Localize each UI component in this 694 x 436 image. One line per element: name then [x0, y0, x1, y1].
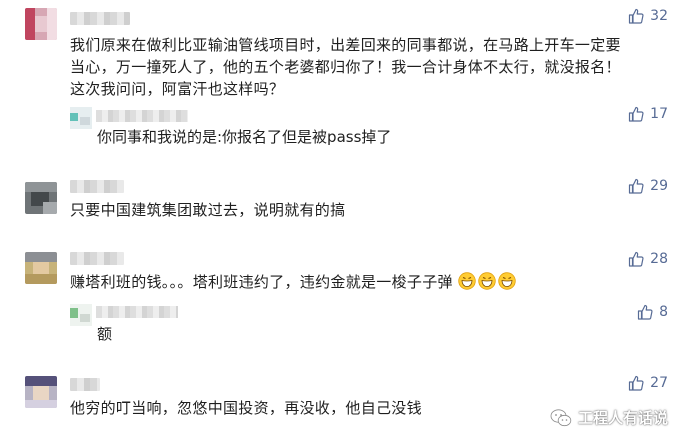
comment-text-line: 他穷的叮当响，忽悠中国投资，再没收，他自己没钱 [70, 399, 422, 417]
thumbs-up-icon [629, 251, 644, 267]
thumbs-up-icon [629, 106, 644, 122]
like-count: 17 [650, 106, 668, 122]
comment-text-line: 我们原来在做利比亚输油管线项目时，出差回来的同事都说，在马路上开车一定要 [70, 36, 621, 54]
user-name[interactable] [70, 12, 130, 25]
like-button[interactable]: 27 [628, 373, 668, 393]
thumbs-up-icon [629, 8, 644, 24]
like-count: 28 [650, 251, 668, 267]
like-button[interactable]: 8 [637, 302, 668, 322]
reply-text: 你同事和我说的是:你报名了但是被pass掉了 [97, 128, 392, 146]
reply-avatar[interactable] [70, 107, 92, 129]
user-name[interactable] [70, 252, 124, 265]
comment-text: 赚塔利班的钱。。。塔利班违约了，违约金就是一梭子子弹 [70, 271, 630, 293]
reply-text: 额 [97, 325, 113, 343]
avatar[interactable] [25, 182, 57, 214]
like-count: 29 [650, 178, 668, 194]
thumbs-up-icon [629, 375, 644, 391]
comment-text: 只要中国建筑集团敢过去，说明就有的搞 [70, 199, 630, 221]
like-count: 8 [659, 304, 668, 320]
reply-user-name[interactable] [96, 110, 188, 122]
reply-avatar[interactable] [70, 304, 92, 326]
like-count: 27 [650, 375, 668, 391]
comment-text-line: 这次我问问，阿富汗也这样吗？ [70, 80, 285, 98]
grin-icon [458, 272, 476, 290]
avatar[interactable] [25, 376, 57, 408]
user-name[interactable] [70, 180, 124, 193]
like-button[interactable]: 17 [628, 104, 668, 124]
comment-text: 我们原来在做利比亚输油管线项目时，出差回来的同事都说，在马路上开车一定要 当心，… [70, 34, 630, 100]
grin-icon [478, 272, 496, 290]
comment-text-line: 当心，万一撞死人了，他的五个老婆都归你了！我一合计身体不太行，就没报名！ [70, 58, 621, 76]
wechat-icon [550, 408, 572, 426]
comment-text: 他穷的叮当响，忽悠中国投资，再没收，他自己没钱 [70, 397, 630, 419]
thumbs-up-icon [637, 304, 653, 320]
like-button[interactable]: 32 [628, 6, 668, 26]
watermark-text: 工程人有话说 [577, 409, 668, 427]
like-count: 32 [650, 8, 668, 24]
thumbs-up-icon [629, 178, 644, 194]
avatar[interactable] [25, 8, 57, 40]
watermark: 工程人有话说 [550, 407, 668, 428]
comment-text-line: 赚塔利班的钱。。。塔利班违约了，违约金就是一梭子子弹 [70, 273, 453, 291]
user-name[interactable] [70, 378, 100, 391]
like-button[interactable]: 28 [628, 249, 668, 269]
grin-icon [498, 272, 516, 290]
reply-user-name[interactable] [96, 306, 178, 318]
like-button[interactable]: 29 [628, 176, 668, 196]
comment-text-line: 只要中国建筑集团敢过去，说明就有的搞 [70, 201, 346, 219]
avatar[interactable] [25, 252, 57, 284]
